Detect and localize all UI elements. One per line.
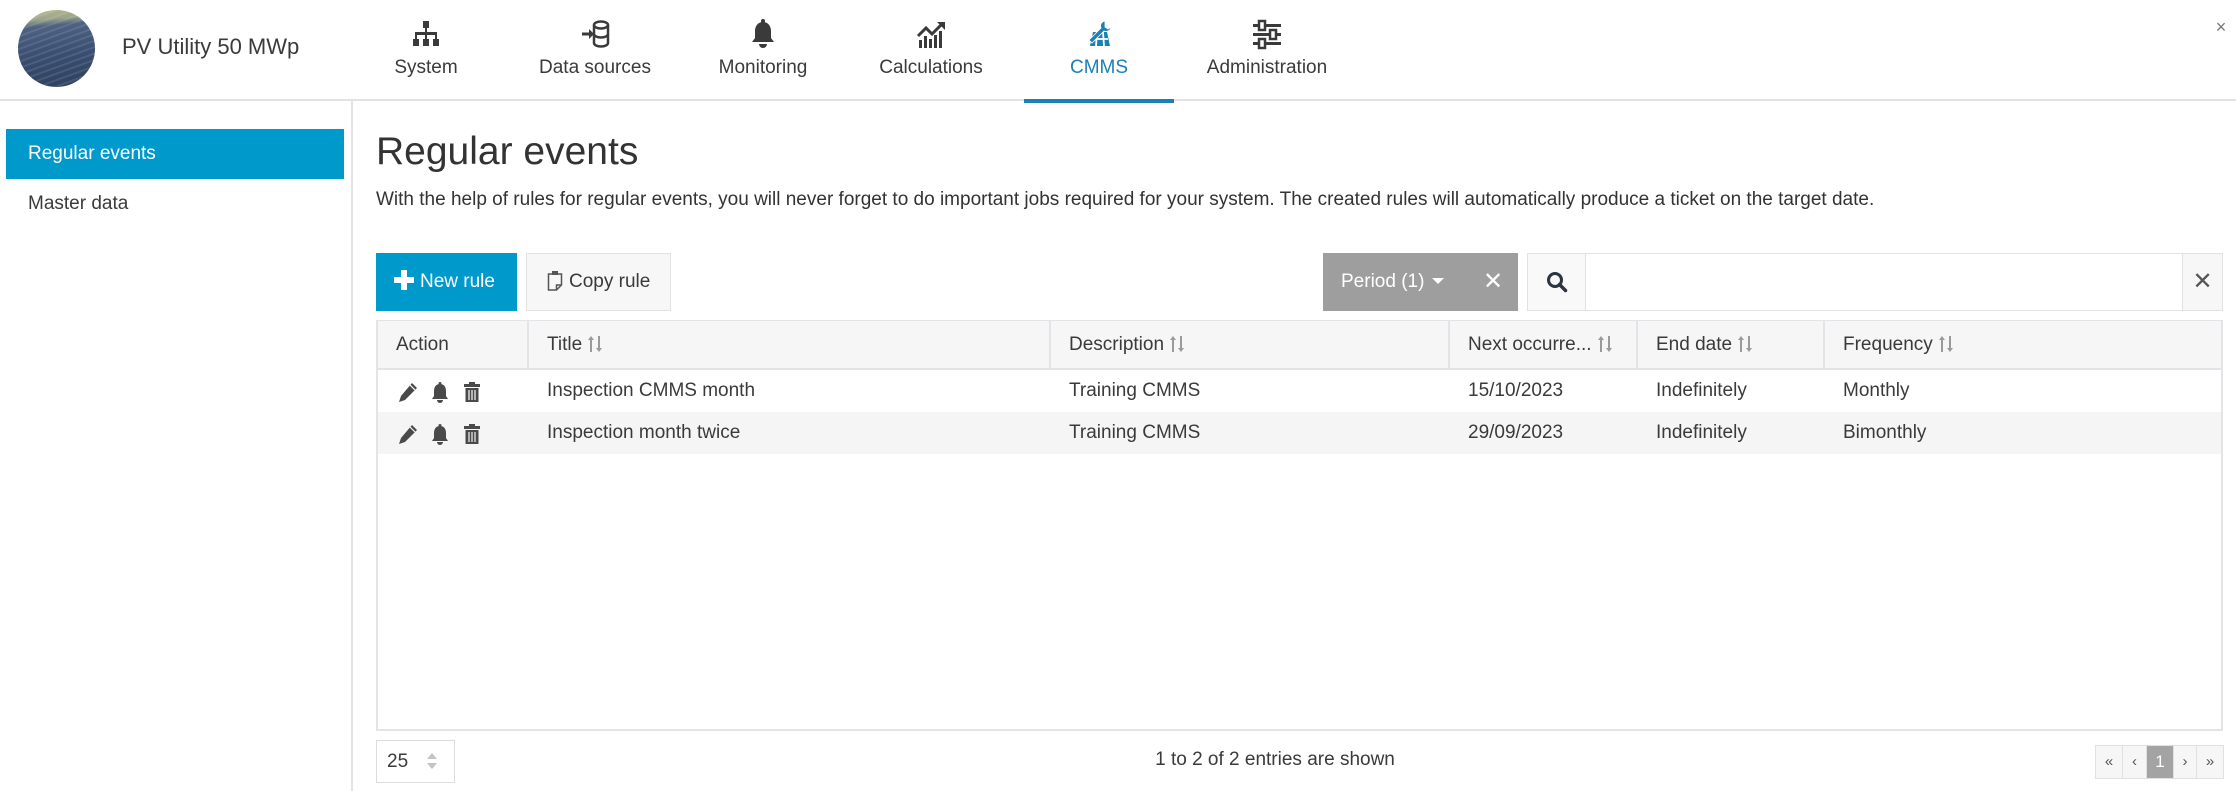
sidebar-item-master-data[interactable]: Master data	[6, 179, 344, 229]
page-size-value: 25	[387, 751, 409, 772]
cell-description: Training CMMS	[1069, 380, 1201, 401]
column-label: Description	[1069, 334, 1165, 355]
copy-rule-label: Copy rule	[569, 271, 651, 292]
cell-title: Inspection CMMS month	[547, 380, 756, 401]
period-clear-icon[interactable]: ✕	[1473, 253, 1513, 311]
nav-label: Data sources	[539, 57, 651, 78]
cell-next-occurrence: 15/10/2023	[1468, 380, 1564, 401]
database-import-icon	[582, 20, 610, 48]
nav-label: Administration	[1206, 57, 1328, 78]
period-filter-label-wrap: Period (1)	[1341, 253, 1445, 311]
nav-system[interactable]: System	[376, 0, 476, 101]
period-filter-label: Period (1)	[1341, 271, 1425, 292]
top-header: PV Utility 50 MWp System Data sources Mo…	[0, 0, 2236, 103]
copy-rule-button[interactable]: Copy rule	[526, 253, 671, 311]
next-page-button[interactable]: ›	[2174, 746, 2197, 778]
edit-icon[interactable]	[397, 381, 419, 403]
edit-icon[interactable]	[397, 423, 419, 445]
page-description: With the help of rules for regular event…	[376, 189, 1875, 210]
column-header-description[interactable]: Description	[1051, 321, 1450, 368]
search-icon	[1547, 272, 1568, 293]
sort-icon	[1738, 336, 1753, 352]
nav-label: Calculations	[879, 57, 983, 78]
column-header-title[interactable]: Title	[529, 321, 1051, 368]
prev-page-button[interactable]: ‹	[2123, 746, 2147, 778]
nav-calculations[interactable]: Calculations	[870, 0, 992, 101]
column-header-end-date[interactable]: End date	[1638, 321, 1825, 368]
search-button[interactable]	[1528, 254, 1586, 310]
bell-icon[interactable]	[429, 381, 451, 403]
spinner-arrows-icon[interactable]	[427, 753, 437, 771]
wrench-solar-panel-icon	[1088, 20, 1112, 47]
sort-icon	[1597, 336, 1612, 352]
cell-end-date: Indefinitely	[1656, 422, 1747, 443]
sort-icon	[1170, 336, 1185, 352]
column-header-next-occurrence[interactable]: Next occurre...	[1450, 321, 1638, 368]
new-rule-label: New rule	[420, 271, 495, 292]
site-title: PV Utility 50 MWp	[122, 34, 300, 59]
column-header-frequency[interactable]: Frequency	[1825, 321, 2221, 368]
rules-table: Action Title Description Next occurre...…	[376, 320, 2223, 731]
sort-icon	[1938, 336, 1953, 352]
cell-end-date: Indefinitely	[1656, 380, 1747, 401]
search-input[interactable]	[1586, 254, 2183, 310]
nav-administration[interactable]: Administration	[1200, 0, 1334, 101]
site-avatar	[18, 10, 95, 87]
search-group: ✕	[1527, 253, 2223, 311]
nav-label: System	[394, 57, 458, 78]
close-icon[interactable]: ×	[2210, 16, 2232, 38]
nav-monitoring[interactable]: Monitoring	[706, 0, 820, 101]
trash-icon[interactable]	[461, 423, 483, 445]
table-header: Action Title Description Next occurre...…	[378, 321, 2221, 370]
sliders-icon	[1253, 19, 1281, 50]
column-header-action: Action	[378, 321, 529, 368]
nav-data-sources[interactable]: Data sources	[529, 0, 661, 101]
last-page-button[interactable]: »	[2197, 746, 2223, 778]
trash-icon[interactable]	[461, 381, 483, 403]
sidebar: Regular events Master data	[0, 101, 353, 791]
nav-cmms[interactable]: CMMS	[1024, 0, 1174, 103]
chart-trend-icon	[916, 22, 945, 48]
nav-label: CMMS	[1069, 57, 1129, 78]
bell-icon[interactable]	[429, 423, 451, 445]
entries-info: 1 to 2 of 2 entries are shown	[1155, 749, 1395, 770]
column-label: Action	[396, 334, 449, 355]
plus-icon	[394, 270, 414, 290]
bell-icon	[752, 19, 774, 48]
column-label: Frequency	[1843, 334, 1933, 355]
caret-down-icon	[1432, 278, 1445, 284]
clipboard-icon	[547, 271, 563, 291]
cell-frequency: Monthly	[1843, 380, 1910, 401]
new-rule-button[interactable]: New rule	[376, 253, 517, 311]
cell-title: Inspection month twice	[547, 422, 741, 443]
column-label: End date	[1656, 334, 1733, 355]
period-filter-button[interactable]: Period (1) ✕	[1323, 253, 1518, 311]
search-clear-icon[interactable]: ✕	[2182, 254, 2222, 310]
column-label: Title	[547, 334, 583, 355]
page-size-stepper[interactable]: 25	[376, 740, 455, 783]
pagination: « ‹ 1 › »	[2095, 745, 2224, 779]
sort-icon	[588, 336, 603, 352]
cell-description: Training CMMS	[1069, 422, 1201, 443]
page-title: Regular events	[376, 130, 639, 173]
table-row[interactable]: Inspection month twice Training CMMS 29/…	[378, 412, 2221, 454]
sidebar-item-regular-events[interactable]: Regular events	[6, 129, 344, 179]
first-page-button[interactable]: «	[2096, 746, 2123, 778]
nav-label: Monitoring	[718, 57, 808, 78]
table-row[interactable]: Inspection CMMS month Training CMMS 15/1…	[378, 370, 2221, 412]
cell-next-occurrence: 29/09/2023	[1468, 422, 1564, 443]
column-label: Next occurre...	[1468, 334, 1592, 355]
sitemap-icon	[413, 21, 439, 46]
current-page-button[interactable]: 1	[2147, 746, 2174, 778]
cell-frequency: Bimonthly	[1843, 422, 1927, 443]
